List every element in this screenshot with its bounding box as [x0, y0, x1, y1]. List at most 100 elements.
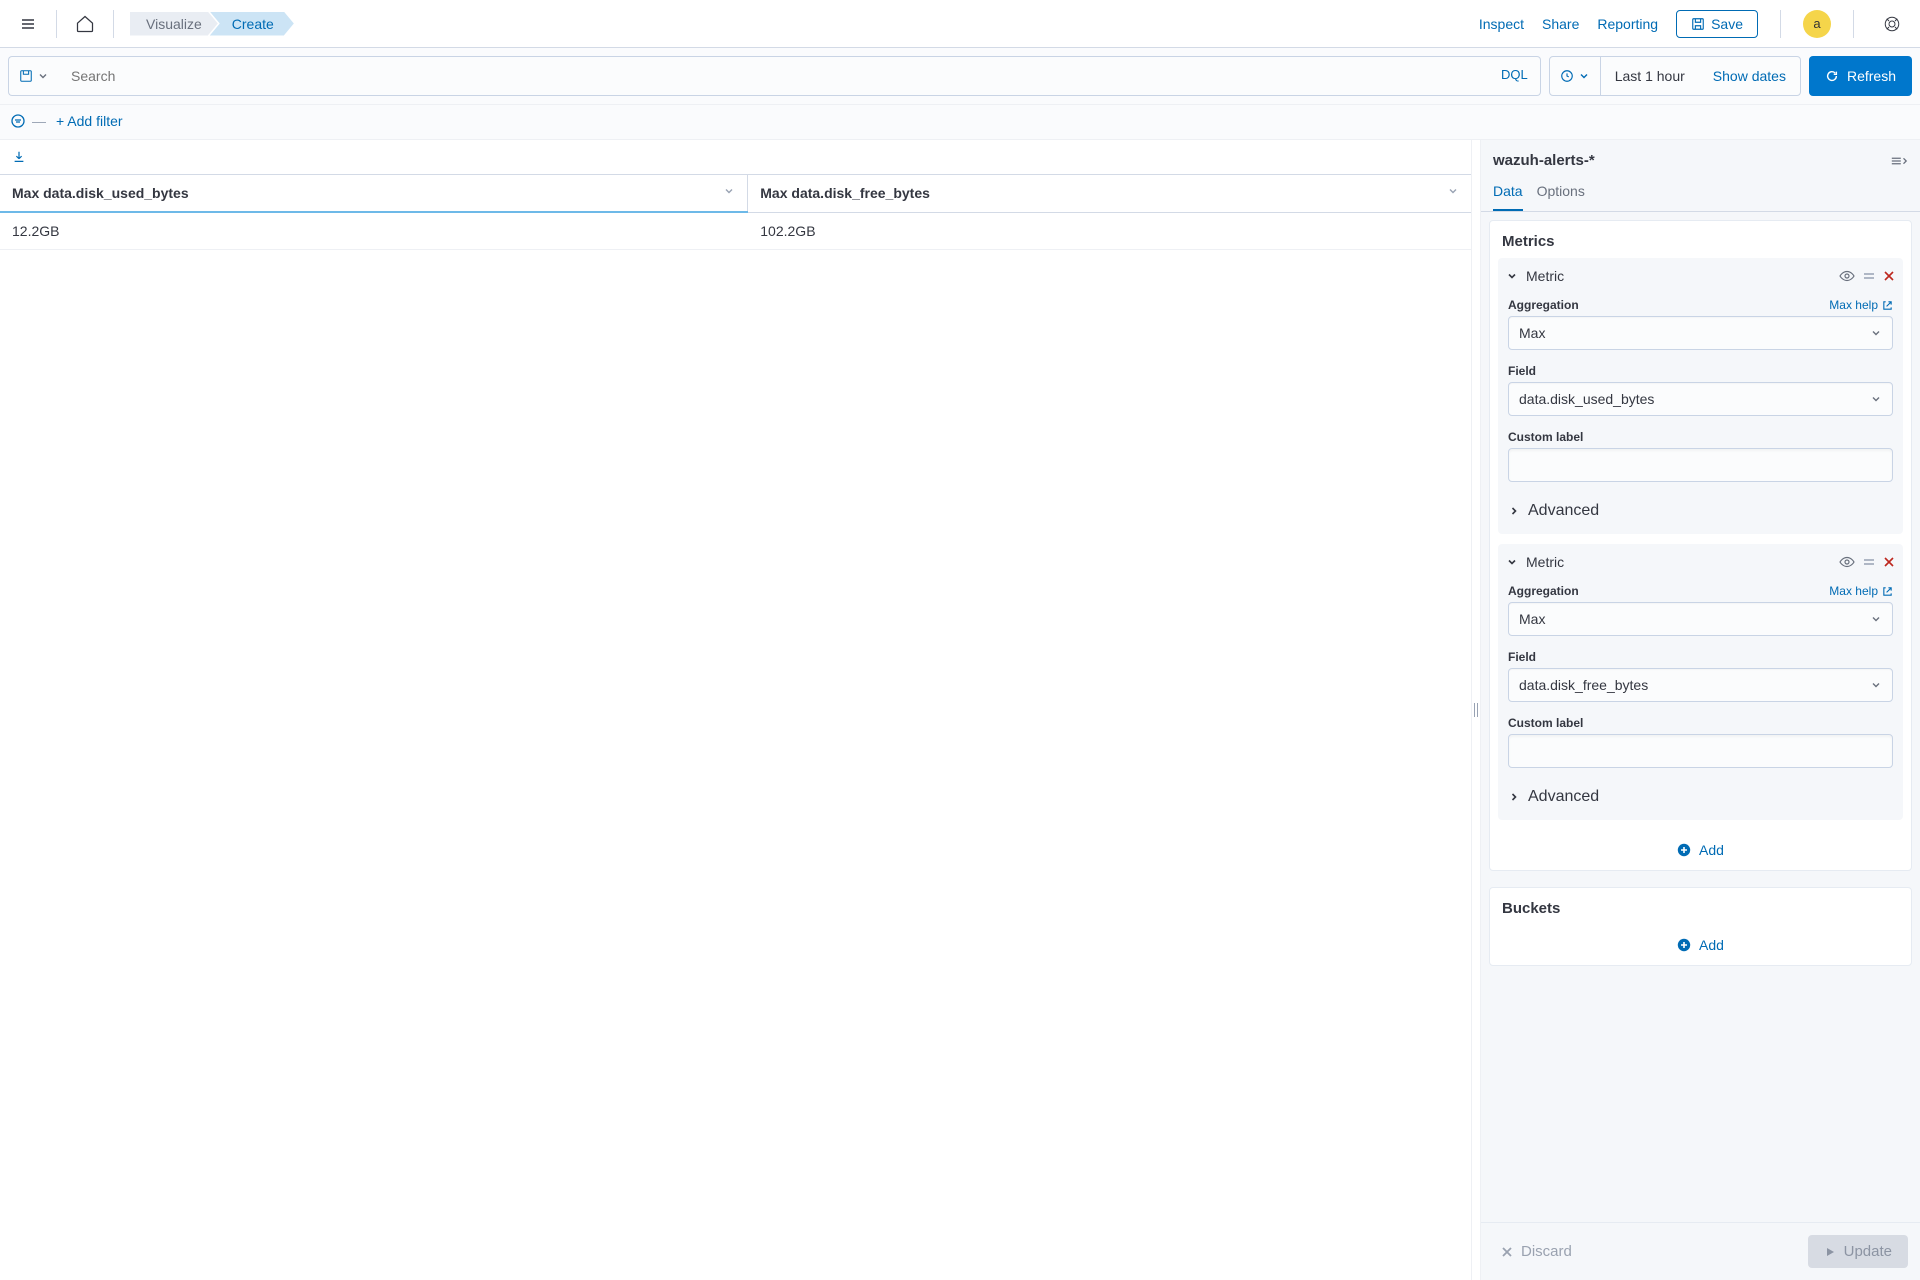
- field-label: Field: [1508, 646, 1893, 668]
- refresh-icon: [1825, 69, 1839, 83]
- download-button[interactable]: [4, 146, 34, 168]
- plus-circle-icon: [1677, 938, 1691, 952]
- chevron-down-icon: [1870, 679, 1882, 691]
- news-button[interactable]: [1876, 8, 1908, 40]
- add-metric-button[interactable]: Add: [1490, 830, 1911, 870]
- column-header-label: Max data.disk_used_bytes: [12, 185, 189, 201]
- close-icon: [1501, 1246, 1513, 1258]
- editor-tabs: Data Options: [1481, 175, 1920, 212]
- column-header-label: Max data.disk_free_bytes: [760, 185, 930, 201]
- dql-toggle[interactable]: DQL: [1489, 57, 1540, 95]
- chevron-down-icon: [37, 70, 49, 82]
- metric-block: Metric Aggregation Max help: [1498, 544, 1903, 820]
- toggle-visibility-button[interactable]: [1839, 556, 1855, 568]
- add-bucket-button[interactable]: Add: [1490, 925, 1911, 965]
- download-icon: [12, 150, 26, 164]
- max-help-link[interactable]: Max help: [1829, 298, 1893, 312]
- metric-title: Metric: [1526, 554, 1831, 570]
- chevron-down-icon: [1870, 327, 1882, 339]
- plus-circle-icon: [1677, 843, 1691, 857]
- update-label: Update: [1844, 1243, 1892, 1260]
- metric-title: Metric: [1526, 268, 1831, 284]
- drag-icon: [1863, 557, 1875, 567]
- column-header-used[interactable]: Max data.disk_used_bytes: [0, 175, 748, 213]
- inspect-link[interactable]: Inspect: [1479, 16, 1524, 32]
- max-help-link[interactable]: Max help: [1829, 584, 1893, 598]
- breadcrumb-visualize[interactable]: Visualize: [130, 12, 218, 36]
- custom-label-input[interactable]: [1508, 448, 1893, 482]
- save-button[interactable]: Save: [1676, 10, 1758, 38]
- discard-button[interactable]: Discard: [1493, 1237, 1580, 1266]
- saved-queries-button[interactable]: [8, 56, 59, 96]
- tab-data[interactable]: Data: [1493, 175, 1523, 211]
- aggregation-value: Max: [1519, 325, 1545, 341]
- share-link[interactable]: Share: [1542, 16, 1579, 32]
- refresh-button[interactable]: Refresh: [1809, 56, 1912, 96]
- chevron-right-icon: [1508, 505, 1520, 517]
- advanced-label: Advanced: [1528, 788, 1599, 806]
- advanced-label: Advanced: [1528, 502, 1599, 520]
- home-button[interactable]: [69, 8, 101, 40]
- avatar[interactable]: a: [1803, 10, 1831, 38]
- external-link-icon: [1882, 586, 1893, 597]
- index-pattern-title[interactable]: wazuh-alerts-*: [1493, 152, 1890, 169]
- index-pattern-switch-button[interactable]: [1890, 154, 1908, 168]
- chevron-down-icon: [1506, 556, 1518, 568]
- field-label: Field: [1508, 360, 1893, 382]
- clock-icon: [1560, 69, 1574, 83]
- metrics-title: Metrics: [1490, 221, 1911, 258]
- panel-resizer[interactable]: [1472, 140, 1480, 1280]
- eye-icon: [1839, 270, 1855, 282]
- column-header-free[interactable]: Max data.disk_free_bytes: [748, 175, 1471, 213]
- close-icon: [1883, 556, 1895, 568]
- time-quick-select[interactable]: [1550, 57, 1601, 95]
- time-picker: Last 1 hour Show dates: [1549, 56, 1801, 96]
- search-input[interactable]: [59, 57, 1489, 95]
- disk-icon: [19, 69, 33, 83]
- custom-label-label: Custom label: [1508, 426, 1893, 448]
- field-value: data.disk_used_bytes: [1519, 391, 1654, 407]
- time-range-label[interactable]: Last 1 hour: [1601, 68, 1699, 84]
- aggregation-select[interactable]: Max: [1508, 316, 1893, 350]
- visualization-panel: Max data.disk_used_bytes Max data.disk_f…: [0, 140, 1472, 1280]
- remove-metric-button[interactable]: [1883, 270, 1895, 282]
- show-dates-link[interactable]: Show dates: [1699, 68, 1800, 84]
- remove-metric-button[interactable]: [1883, 556, 1895, 568]
- tab-options[interactable]: Options: [1537, 175, 1585, 211]
- divider: [56, 10, 57, 38]
- home-icon: [75, 14, 95, 34]
- custom-label-label: Custom label: [1508, 712, 1893, 734]
- external-link-icon: [1882, 300, 1893, 311]
- chevron-down-icon: [1870, 393, 1882, 405]
- custom-label-input[interactable]: [1508, 734, 1893, 768]
- aggregation-select[interactable]: Max: [1508, 602, 1893, 636]
- refresh-label: Refresh: [1847, 68, 1896, 84]
- add-filter-button[interactable]: + Add filter: [56, 113, 123, 129]
- drag-handle[interactable]: [1863, 271, 1875, 281]
- chevron-down-icon: [1447, 185, 1459, 197]
- chevron-down-icon: [1578, 70, 1590, 82]
- chevron-down-icon: [723, 185, 735, 197]
- advanced-toggle[interactable]: Advanced: [1498, 492, 1903, 532]
- play-icon: [1824, 1246, 1836, 1258]
- chevron-down-icon: [1506, 270, 1518, 282]
- editor-side-panel: wazuh-alerts-* Data Options Metrics Metr…: [1480, 140, 1920, 1280]
- field-value: data.disk_free_bytes: [1519, 677, 1648, 693]
- breadcrumb-create[interactable]: Create: [210, 12, 294, 36]
- update-button[interactable]: Update: [1808, 1235, 1908, 1268]
- metric-header[interactable]: Metric: [1498, 258, 1903, 294]
- add-label: Add: [1699, 937, 1724, 953]
- reporting-link[interactable]: Reporting: [1597, 16, 1658, 32]
- advanced-toggle[interactable]: Advanced: [1498, 778, 1903, 818]
- toggle-visibility-button[interactable]: [1839, 270, 1855, 282]
- drag-handle[interactable]: [1863, 557, 1875, 567]
- field-select[interactable]: data.disk_used_bytes: [1508, 382, 1893, 416]
- cell-used: 12.2GB: [0, 212, 748, 250]
- filter-menu-button[interactable]: —: [10, 113, 46, 129]
- divider: [113, 10, 114, 38]
- metric-block: Metric Aggregation Max help: [1498, 258, 1903, 534]
- menu-toggle-button[interactable]: [12, 8, 44, 40]
- metric-header[interactable]: Metric: [1498, 544, 1903, 580]
- field-select[interactable]: data.disk_free_bytes: [1508, 668, 1893, 702]
- chevron-right-icon: [1508, 791, 1520, 803]
